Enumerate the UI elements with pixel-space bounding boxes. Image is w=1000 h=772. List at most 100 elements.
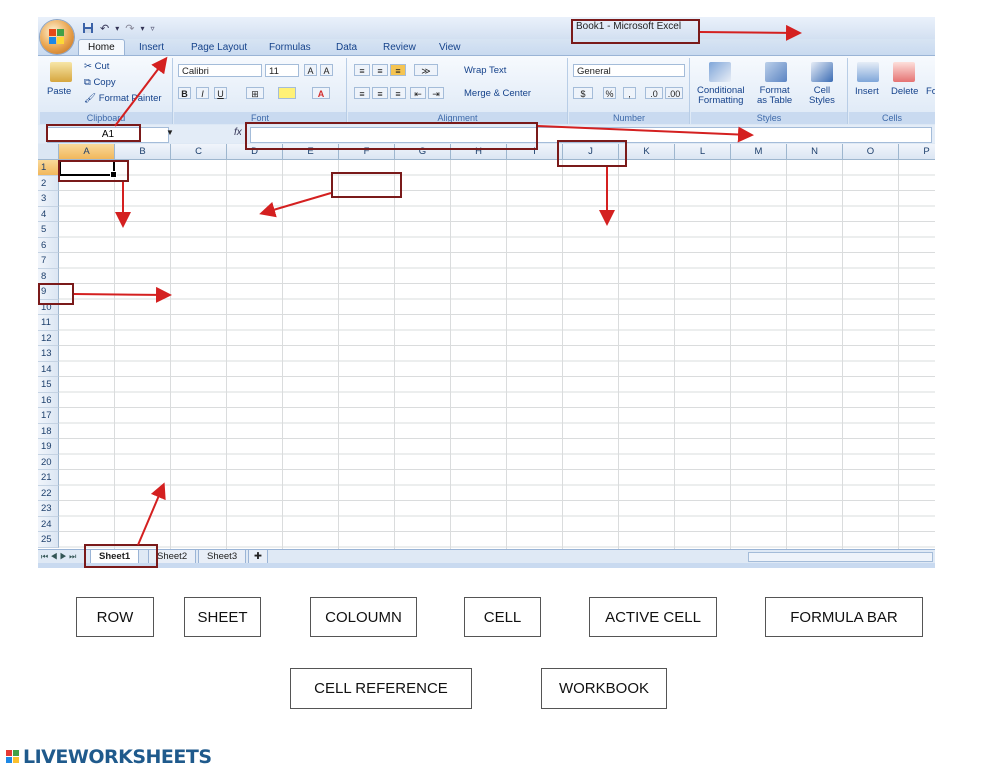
row-header[interactable]: 2: [38, 175, 59, 191]
answer-workbook[interactable]: WORKBOOK: [541, 668, 667, 709]
tab-home[interactable]: Home: [78, 39, 125, 56]
column-header[interactable]: C: [171, 144, 227, 160]
row-header[interactable]: 22: [38, 485, 59, 501]
row-header[interactable]: 23: [38, 501, 59, 517]
insert-cells-button[interactable]: Insert: [855, 86, 879, 97]
answer-active-cell[interactable]: ACTIVE CELL: [589, 597, 717, 637]
underline-button[interactable]: U: [214, 87, 227, 99]
row-header[interactable]: 13: [38, 346, 59, 362]
grow-font-button[interactable]: A: [304, 64, 317, 76]
shrink-font-button[interactable]: A: [320, 64, 333, 76]
answer-cell-reference[interactable]: CELL REFERENCE: [290, 668, 472, 709]
row-header[interactable]: 1: [38, 160, 59, 176]
row-header[interactable]: 4: [38, 206, 59, 222]
copy-button[interactable]: ⧉ Copy: [84, 77, 116, 88]
row-header[interactable]: 24: [38, 516, 59, 532]
row-header[interactable]: 20: [38, 454, 59, 470]
tab-page-layout[interactable]: Page Layout: [191, 40, 247, 55]
customize-qat-icon[interactable]: ▿: [150, 24, 154, 33]
increase-indent-button[interactable]: ⇥: [428, 87, 444, 99]
answer-formula-bar[interactable]: FORMULA BAR: [765, 597, 923, 637]
answer-coloumn[interactable]: COLOUMN: [310, 597, 417, 637]
name-box-dropdown-icon[interactable]: ▼: [166, 128, 174, 137]
column-header[interactable]: N: [787, 144, 843, 160]
answer-sheet[interactable]: SHEET: [184, 597, 261, 637]
column-header[interactable]: O: [843, 144, 899, 160]
increase-decimal-button[interactable]: .0: [645, 87, 663, 99]
redo-icon[interactable]: ↷: [125, 22, 134, 35]
column-header[interactable]: K: [619, 144, 675, 160]
format-as-table-button[interactable]: Format as Table: [757, 86, 792, 106]
save-icon[interactable]: [82, 22, 94, 34]
number-format-select[interactable]: General: [573, 64, 685, 77]
cell-styles-button[interactable]: Cell Styles: [809, 86, 835, 106]
paste-button[interactable]: Paste: [47, 86, 71, 97]
align-top-button[interactable]: ≡: [354, 64, 370, 76]
format-cells-button[interactable]: Fo: [926, 86, 935, 97]
tab-view[interactable]: View: [439, 40, 461, 55]
currency-button[interactable]: $: [573, 87, 593, 99]
italic-button[interactable]: I: [196, 87, 209, 99]
align-right-button[interactable]: ≡: [390, 87, 406, 99]
undo-icon[interactable]: ↶: [100, 22, 109, 35]
fill-color-button[interactable]: [278, 87, 296, 99]
row-header[interactable]: 6: [38, 237, 59, 253]
horizontal-scrollbar[interactable]: [748, 552, 933, 562]
font-size-select[interactable]: 11: [265, 64, 299, 77]
tab-formulas[interactable]: Formulas: [269, 40, 311, 55]
answer-row[interactable]: ROW: [76, 597, 154, 637]
cut-button[interactable]: ✂ Cut: [84, 61, 109, 72]
column-header[interactable]: L: [675, 144, 731, 160]
decrease-indent-button[interactable]: ⇤: [410, 87, 426, 99]
column-header[interactable]: A: [59, 144, 115, 160]
bold-button[interactable]: B: [178, 87, 191, 99]
font-color-button[interactable]: A: [312, 87, 330, 99]
merge-center-button[interactable]: Merge & Center: [464, 88, 531, 99]
column-header[interactable]: P: [899, 144, 935, 160]
sheet-nav-icon[interactable]: ⏮ ◀ ▶ ⏭: [41, 552, 76, 562]
format-painter-button[interactable]: 🖌 Format Painter: [84, 93, 162, 104]
office-button-icon[interactable]: [40, 20, 74, 54]
row-header[interactable]: 11: [38, 315, 59, 331]
align-bottom-button[interactable]: ≡: [390, 64, 406, 76]
borders-button[interactable]: ⊞: [246, 87, 264, 99]
tab-data[interactable]: Data: [336, 40, 357, 55]
row-header[interactable]: 25: [38, 532, 59, 548]
font-name-select[interactable]: Calibri: [178, 64, 262, 77]
decrease-decimal-button[interactable]: .00: [665, 87, 683, 99]
undo-dropdown-icon[interactable]: ▾: [115, 24, 119, 33]
row-header[interactable]: 7: [38, 253, 59, 269]
column-header[interactable]: B: [115, 144, 171, 160]
cell-area[interactable]: [59, 160, 935, 549]
row-header[interactable]: 21: [38, 470, 59, 486]
select-all-corner[interactable]: [38, 144, 59, 160]
row-header[interactable]: 14: [38, 361, 59, 377]
column-header[interactable]: M: [731, 144, 787, 160]
align-left-button[interactable]: ≡: [354, 87, 370, 99]
redo-dropdown-icon[interactable]: ▾: [140, 24, 144, 33]
comma-button[interactable]: ,: [623, 87, 636, 99]
percent-button[interactable]: %: [603, 87, 616, 99]
row-header[interactable]: 16: [38, 392, 59, 408]
align-center-button[interactable]: ≡: [372, 87, 388, 99]
row-header[interactable]: 19: [38, 439, 59, 455]
row-header[interactable]: 12: [38, 330, 59, 346]
insert-function-icon[interactable]: fx: [234, 127, 242, 138]
delete-cells-button[interactable]: Delete: [891, 86, 918, 97]
sheet-tab-3[interactable]: Sheet3: [198, 550, 247, 564]
row-header[interactable]: 8: [38, 268, 59, 284]
tab-review[interactable]: Review: [383, 40, 416, 55]
orientation-button[interactable]: ≫: [414, 64, 438, 76]
row-header[interactable]: 3: [38, 191, 59, 207]
wrap-text-button[interactable]: Wrap Text: [464, 65, 506, 76]
tab-insert[interactable]: Insert: [139, 40, 164, 55]
row-header[interactable]: 17: [38, 408, 59, 424]
answer-cell[interactable]: CELL: [464, 597, 541, 637]
insert-sheet-icon[interactable]: ✚: [248, 550, 268, 564]
align-middle-button[interactable]: ≡: [372, 64, 388, 76]
row-header[interactable]: 5: [38, 222, 59, 238]
row-header[interactable]: 18: [38, 423, 59, 439]
row-header[interactable]: 15: [38, 377, 59, 393]
conditional-formatting-button[interactable]: Conditional Formatting: [697, 86, 745, 106]
paste-icon[interactable]: [50, 62, 72, 82]
